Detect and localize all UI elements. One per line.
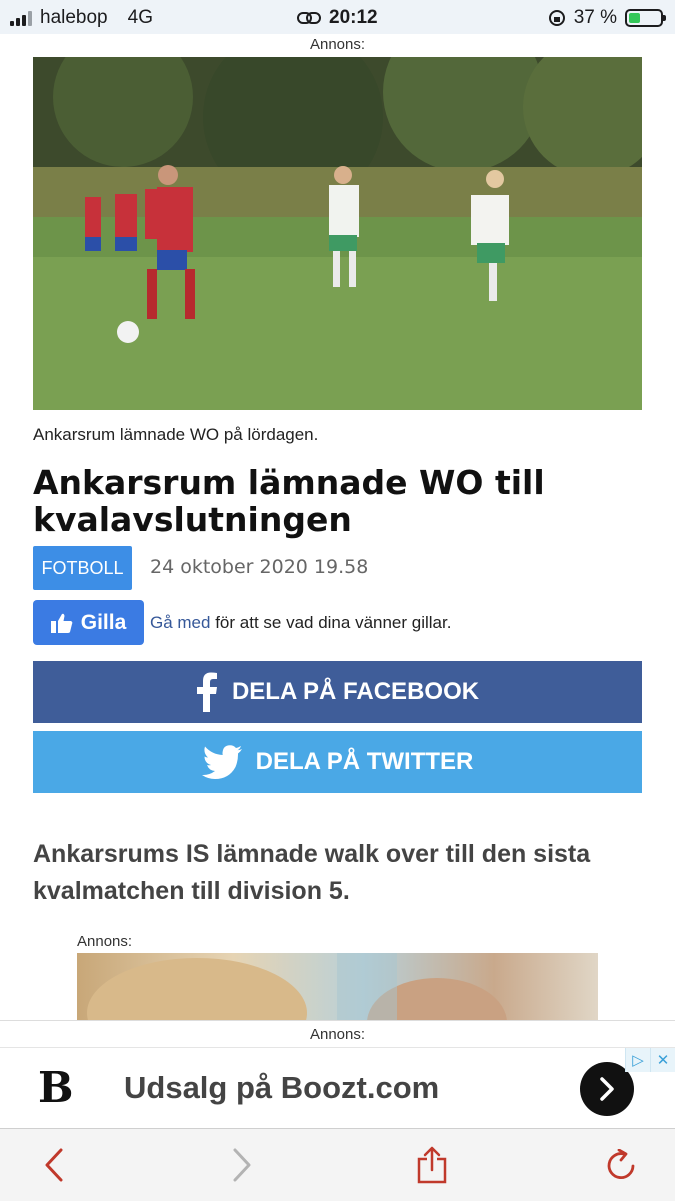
close-ad-icon[interactable]: ✕ (650, 1048, 675, 1072)
facebook-icon (196, 672, 217, 712)
share-facebook-button[interactable]: DELA PÅ FACEBOOK (33, 661, 642, 723)
ad-label-inline: Annons: (77, 933, 133, 950)
football-photo (33, 57, 642, 410)
network-label: 4G (127, 7, 153, 28)
join-link[interactable]: Gå med (150, 613, 210, 632)
like-label: Gilla (80, 610, 127, 634)
back-button[interactable] (34, 1145, 74, 1185)
clock: 20:12 (329, 7, 378, 28)
battery-percent: 37 % (573, 7, 617, 28)
like-prompt-text: för att se vad dina vänner gillar. (210, 613, 452, 632)
publish-date: 24 oktober 2020 19.58 (150, 556, 369, 578)
category-tag[interactable]: FOTBOLL (33, 546, 132, 590)
chevron-right-icon (600, 1077, 614, 1101)
article-headline: Ankarsrum lämnade WO till kvalavslutning… (33, 463, 545, 539)
hero-image (33, 57, 642, 410)
share-twitter-label: DELA PÅ TWITTER (255, 748, 474, 775)
thumbs-up-icon (50, 613, 73, 633)
forward-button[interactable] (222, 1145, 262, 1185)
share-twitter-button[interactable]: DELA PÅ TWITTER (33, 731, 642, 793)
status-center: 20:12 (297, 7, 378, 29)
status-left: halebop 4G (10, 7, 153, 29)
share-icon (417, 1146, 447, 1184)
link-icon (297, 12, 321, 24)
adchoices[interactable]: ▷ ✕ (625, 1048, 675, 1072)
ad-label-sticky: Annons: (309, 1026, 366, 1043)
sticky-ad: Annons: B Udsalg på Boozt.com ▷ ✕ (0, 1020, 675, 1130)
battery-icon (625, 9, 666, 27)
image-caption: Ankarsrum lämnade WO på lördagen. (33, 425, 319, 444)
ad-banner[interactable]: B Udsalg på Boozt.com ▷ ✕ (0, 1047, 675, 1130)
reload-button[interactable] (601, 1145, 641, 1185)
chevron-right-icon (233, 1148, 251, 1182)
boozt-logo: B (38, 1063, 74, 1112)
adchoices-icon[interactable]: ▷ (625, 1048, 650, 1072)
status-bar: halebop 4G 20:12 37 % (0, 0, 675, 34)
status-right: 37 % (548, 7, 666, 29)
article-lead: Ankarsrums IS lämnade walk over till den… (33, 840, 591, 905)
like-button[interactable]: Gilla (33, 600, 144, 645)
browser-toolbar (0, 1128, 675, 1201)
inline-ad-image[interactable] (77, 953, 598, 1020)
banner-text: Udsalg på Boozt.com (124, 1070, 440, 1105)
signal-icon (10, 10, 32, 26)
rotation-lock-icon (548, 10, 565, 26)
share-button[interactable] (412, 1145, 452, 1185)
ad-label-top: Annons: (309, 36, 366, 53)
like-prompt: Gå med för att se vad dina vänner gillar… (150, 613, 451, 633)
twitter-icon (201, 745, 242, 779)
share-facebook-label: DELA PÅ FACEBOOK (231, 678, 480, 705)
chevron-left-icon (45, 1148, 63, 1182)
reload-icon (607, 1149, 635, 1179)
carrier-label: halebop (40, 7, 108, 28)
